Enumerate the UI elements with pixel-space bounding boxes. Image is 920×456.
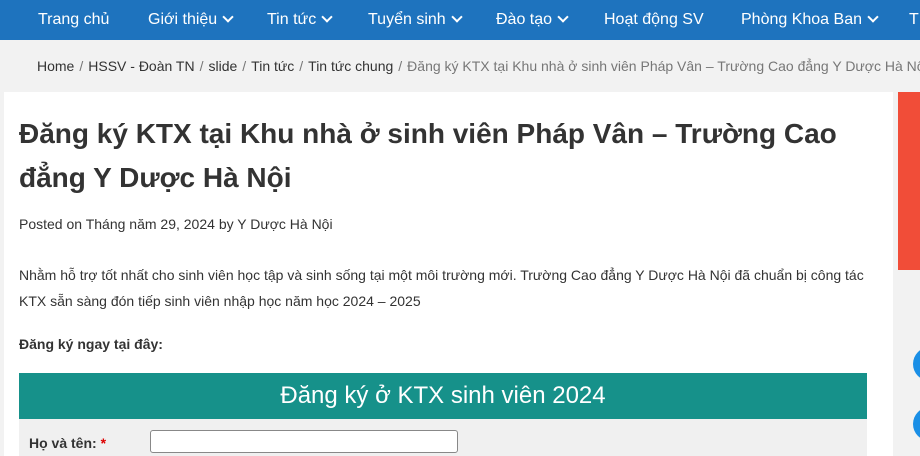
chevron-down-icon	[867, 11, 879, 23]
floating-chat-button[interactable]	[913, 407, 920, 441]
side-banner[interactable]	[898, 92, 920, 270]
nav-item-label: Tuyển sinh	[368, 11, 446, 28]
page-title: Đăng ký KTX tại Khu nhà ở sinh viên Pháp…	[19, 118, 837, 193]
nav-item-label: Phòng Khoa Ban	[741, 11, 862, 28]
name-label-text: Họ và tên:	[29, 435, 97, 451]
breadcrumb-link-hssv[interactable]: HSSV - Đoàn TN	[88, 58, 194, 74]
posted-on-label: Posted on	[19, 216, 83, 232]
name-field[interactable]	[150, 430, 458, 453]
chevron-down-icon	[557, 11, 569, 23]
nav-item-departments[interactable]: Phòng Khoa Ban	[741, 0, 879, 40]
chevron-down-icon	[451, 11, 463, 23]
chevron-down-icon	[321, 11, 333, 23]
nav-item-label: T	[909, 11, 919, 28]
nav-item-admissions[interactable]: Tuyển sinh	[368, 0, 463, 40]
name-field-label: Họ và tên: *	[29, 435, 106, 451]
form-header: Đăng ký ở KTX sinh viên 2024	[19, 373, 867, 419]
chevron-down-icon	[222, 11, 234, 23]
breadcrumb-separator: /	[299, 58, 304, 74]
registration-form: Đăng ký ở KTX sinh viên 2024 Họ và tên: …	[19, 373, 867, 456]
nav-item-student-activities[interactable]: Hoạt động SV	[604, 0, 704, 40]
nav-item-label: Trang chủ	[38, 11, 110, 28]
post-date-link[interactable]: Tháng năm 29, 2024	[86, 216, 215, 232]
breadcrumb-separator: /	[79, 58, 84, 74]
required-mark: *	[100, 435, 107, 451]
nav-item-about[interactable]: Giới thiệu	[148, 0, 234, 40]
nav-item-label: Hoạt động SV	[604, 11, 704, 28]
breadcrumb-separator: /	[199, 58, 204, 74]
breadcrumb-separator: /	[398, 58, 403, 74]
breadcrumb-link-general-news[interactable]: Tin tức chung	[308, 58, 393, 74]
nav-item-news[interactable]: Tin tức	[267, 0, 333, 40]
nav-item-label: Tin tức	[267, 11, 317, 28]
nav-item-home[interactable]: Trang chủ	[38, 0, 109, 40]
article-content: Đăng ký KTX tại Khu nhà ở sinh viên Pháp…	[4, 92, 893, 456]
breadcrumb: Home / HSSV - Đoàn TN / slide / Tin tức / Tin tứ…	[0, 40, 920, 92]
breadcrumb-link-home[interactable]: Home	[37, 58, 74, 74]
nav-item-label: Giới thiệu	[148, 11, 218, 28]
nav-item-training[interactable]: Đào tạo	[496, 0, 569, 40]
intro-paragraph: Nhằm hỗ trợ tốt nhất cho sinh viên học t…	[19, 267, 864, 309]
breadcrumb-current: Đăng ký KTX tại Khu nhà ở sinh viên Pháp…	[407, 58, 920, 74]
floating-contact-button[interactable]	[913, 347, 920, 381]
nav-item-label: Đào tạo	[496, 11, 553, 28]
register-cta-text: Đăng ký ngay tại đây:	[19, 336, 163, 352]
nav-item-more[interactable]: T	[909, 0, 919, 40]
main-nav: Trang chủ Giới thiệu Tin tức Tuyển sinh …	[0, 0, 920, 40]
breadcrumb-link-slide[interactable]: slide	[208, 58, 237, 74]
breadcrumb-link-news[interactable]: Tin tức	[251, 58, 294, 74]
author-link[interactable]: Y Dược Hà Nội	[237, 216, 332, 232]
post-meta: Posted on Tháng năm 29, 2024 by Y Dược H…	[19, 216, 333, 232]
breadcrumb-separator: /	[242, 58, 247, 74]
by-label: by	[218, 216, 234, 232]
